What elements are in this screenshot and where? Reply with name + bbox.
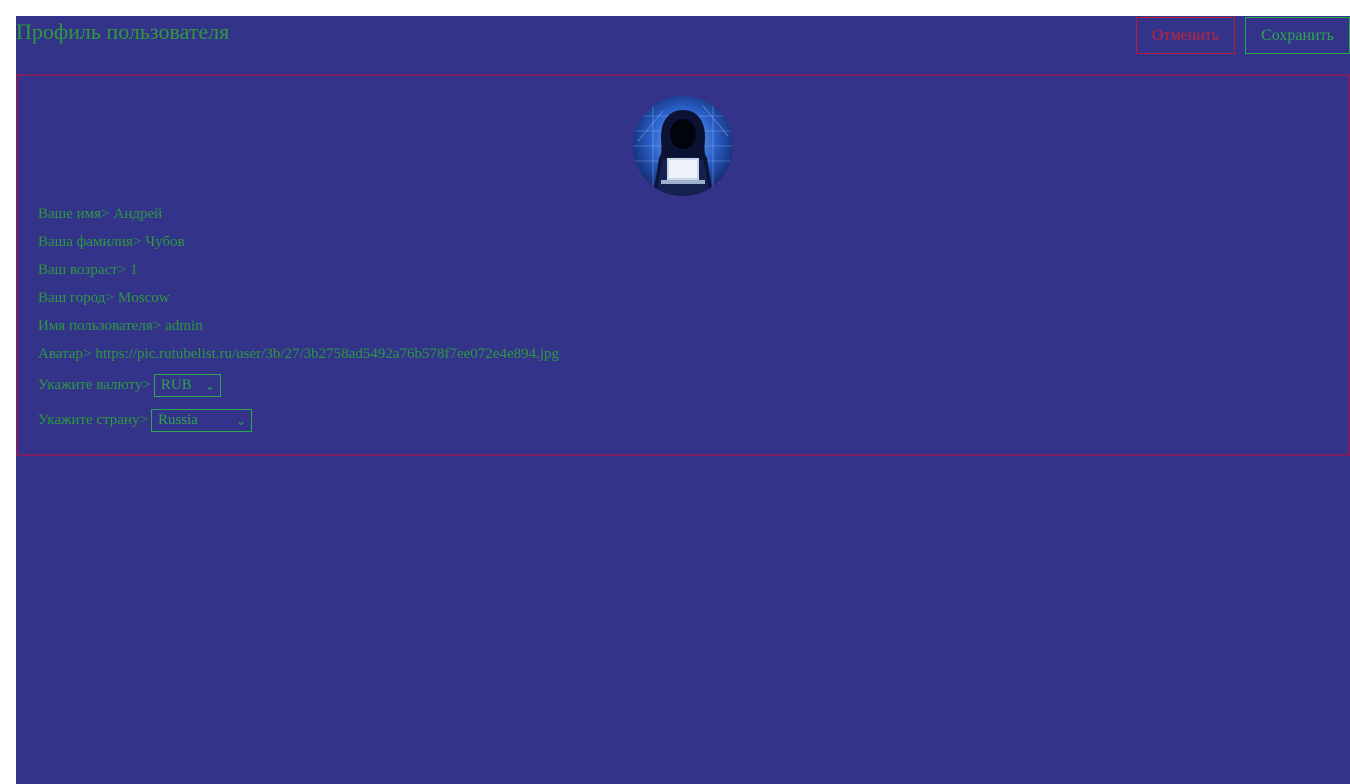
cancel-button[interactable]: Отменить — [1136, 17, 1235, 54]
avatar-url-row: Аватар> https://pic.rutubelist.ru/user/3b… — [38, 344, 559, 364]
avatar-url-value: https://pic.rutubelist.ru/user/3b/27/3b2… — [95, 346, 560, 362]
separator: > — [142, 376, 151, 393]
separator: > — [132, 234, 142, 250]
save-button[interactable]: Сохранить — [1245, 17, 1350, 54]
separator: > — [101, 206, 110, 222]
separator: > — [105, 290, 114, 306]
first-name-value: Андрей — [113, 206, 163, 222]
separator: > — [152, 318, 162, 334]
username-value: admin — [165, 318, 203, 334]
last-name-row: Ваша фамилия> Чубов — [38, 232, 185, 252]
age-label: Ваш возраст — [38, 262, 118, 278]
profile-page: Профиль пользователя Отменить Сохранить — [16, 16, 1350, 784]
separator: > — [82, 346, 92, 362]
separator: > — [139, 411, 148, 428]
currency-select[interactable]: RUB ⌄ — [153, 374, 221, 397]
age-row: Ваш возраст> 1 — [38, 260, 138, 280]
country-row: Укажите страну> Russia ⌄ — [38, 409, 252, 432]
page-title: Профиль пользователя — [16, 19, 230, 44]
currency-row: Укажите валюту> RUB ⌄ — [38, 374, 221, 397]
city-row: Ваш город> Moscow — [38, 288, 170, 308]
first-name-row: Ваше имя> Андрей — [38, 204, 162, 224]
profile-card: Ваше имя> Андрей Ваша фамилия> Чубов Ваш в… — [16, 74, 1350, 456]
chevron-down-icon: ⌄ — [235, 414, 246, 428]
currency-label: Укажите валюту — [38, 376, 143, 393]
country-selected-value: Russia — [157, 412, 198, 428]
username-row: Имя пользователя> admin — [38, 316, 203, 336]
last-name-value: Чубов — [145, 234, 185, 250]
avatar-url-label: Аватар — [38, 346, 83, 362]
avatar — [633, 96, 733, 196]
country-select[interactable]: Russia ⌄ — [150, 409, 252, 432]
username-label: Имя пользователя — [38, 318, 153, 334]
first-name-label: Ваше имя — [38, 206, 102, 222]
currency-selected-value: RUB — [160, 377, 192, 393]
city-label: Ваш город — [38, 290, 106, 306]
age-value: 1 — [130, 262, 138, 278]
chevron-down-icon: ⌄ — [204, 379, 215, 393]
last-name-label: Ваша фамилия — [38, 234, 133, 250]
country-label: Укажите страну — [38, 411, 140, 428]
hooded-hacker-avatar-icon — [633, 96, 733, 196]
separator: > — [117, 262, 127, 278]
city-value: Moscow — [117, 290, 170, 306]
